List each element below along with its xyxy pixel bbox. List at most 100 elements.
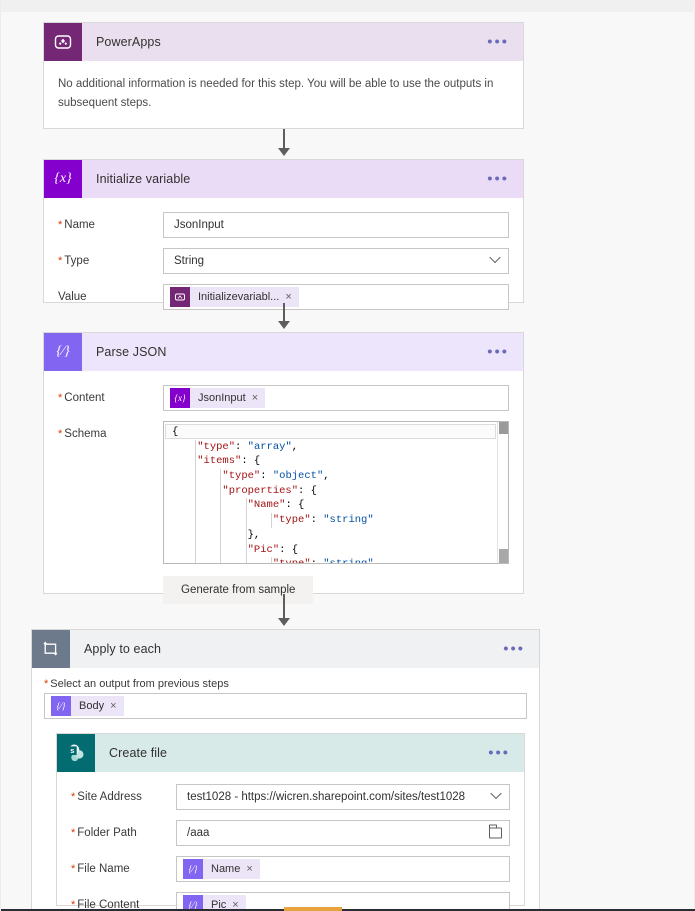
code-line-text: "type": "string": [172, 558, 374, 563]
parse-json-token-icon: {⁄}: [183, 859, 203, 879]
field-row-site-address: Site Address test1028 - https://wicren.s…: [71, 784, 510, 810]
input-variable-value[interactable]: Initializevariabl... ×: [163, 284, 509, 310]
label-type: Type: [58, 248, 163, 269]
control-file-name: {⁄} Name ×: [176, 856, 510, 882]
code-line: "type": "array",: [172, 439, 497, 455]
token-body[interactable]: {⁄} Body ×: [51, 696, 124, 716]
control-schema: { "type": "array", "items": { "type": "o…: [163, 421, 509, 564]
label-content: Content: [58, 385, 163, 406]
code-line-text: "Name": {: [247, 499, 305, 512]
code-line: "items": {: [172, 454, 497, 470]
loop-icon: [32, 630, 70, 668]
token-remove-icon[interactable]: ×: [285, 291, 298, 303]
card-header-apply-to-each[interactable]: Apply to each •••: [32, 630, 539, 668]
card-title-create-file: Create file: [109, 746, 168, 760]
token-label: JsonInput: [198, 392, 246, 404]
code-line: {: [172, 425, 497, 440]
control-name: JsonInput: [163, 212, 509, 238]
code-indent-guide: [195, 469, 197, 484]
svg-text:s: s: [70, 746, 74, 755]
token-label: Body: [79, 700, 105, 712]
card-title-apply-to-each: Apply to each: [84, 642, 162, 656]
code-line: "Name": {: [172, 498, 497, 514]
code-indent-guide: [270, 513, 272, 528]
scrollbar-thumb-top[interactable]: [499, 422, 508, 434]
select-site-address[interactable]: test1028 - https://wicren.sharepoint.com…: [176, 784, 510, 810]
field-row-folder-path: Folder Path /aaa: [71, 820, 510, 846]
card-title-initialize-variable: Initialize variable: [96, 172, 191, 186]
input-file-name[interactable]: {⁄} Name ×: [176, 856, 510, 882]
field-row-schema: Schema { "type": "array", "items": { "ty…: [58, 421, 509, 564]
code-line-text: "type": "array",: [197, 440, 299, 453]
code-line: "type": "object",: [172, 469, 497, 484]
token-json-input[interactable]: {x} JsonInput ×: [170, 388, 266, 408]
code-indent-guide: [195, 513, 197, 528]
card-menu-parse-json[interactable]: •••: [487, 345, 509, 360]
input-folder-path[interactable]: /aaa: [176, 820, 510, 846]
code-line: "Pic": {: [172, 542, 497, 558]
token-initialize-variable[interactable]: Initializevariabl... ×: [170, 287, 299, 307]
generate-from-sample-button[interactable]: Generate from sample: [163, 576, 314, 604]
code-indent-guide: [245, 498, 247, 514]
field-row-file-name: File Name {⁄} Name ×: [71, 856, 510, 882]
card-header-initialize-variable[interactable]: {x} Initialize variable •••: [44, 160, 523, 198]
input-parse-json-content[interactable]: {x} JsonInput ×: [163, 385, 509, 411]
control-type: String: [163, 248, 509, 274]
code-line: },: [172, 527, 497, 543]
variable-braces-icon: {x}: [44, 160, 82, 198]
schema-scrollbar[interactable]: [497, 422, 508, 563]
label-file-name: File Name: [71, 856, 176, 877]
token-name[interactable]: {⁄} Name ×: [183, 859, 260, 879]
code-indent-guide: [220, 557, 222, 563]
code-indent-guide: [245, 542, 247, 558]
card-header-powerapps[interactable]: PowerApps •••: [44, 23, 523, 61]
powerapps-token-icon: [170, 287, 190, 307]
control-folder-path: /aaa: [176, 820, 510, 846]
code-indent-guide: [195, 542, 197, 558]
code-indent-guide: [245, 513, 247, 528]
card-body-parse-json: Content {x} JsonInput × Schema: [44, 371, 523, 620]
card-menu-initialize-variable[interactable]: •••: [487, 172, 509, 187]
connector-2-arrow: [278, 321, 290, 329]
token-remove-icon[interactable]: ×: [252, 392, 265, 404]
card-header-parse-json[interactable]: {⁄} Parse JSON •••: [44, 333, 523, 371]
code-indent-guide: [195, 498, 197, 514]
code-indent-guide: [195, 527, 197, 543]
token-remove-icon[interactable]: ×: [110, 700, 123, 712]
schema-code-content[interactable]: { "type": "array", "items": { "type": "o…: [164, 422, 497, 563]
code-indent-guide: [220, 483, 222, 499]
card-menu-powerapps[interactable]: •••: [487, 35, 509, 50]
code-line-text: "Pic": {: [247, 543, 299, 556]
card-apply-to-each[interactable]: Apply to each ••• Select an output from …: [31, 629, 540, 911]
label-site-address: Site Address: [71, 784, 176, 805]
code-indent-guide: [220, 498, 222, 514]
variable-glyph: {x}: [54, 171, 72, 186]
card-parse-json[interactable]: {⁄} Parse JSON ••• Content {x} JsonInput…: [43, 332, 524, 604]
card-header-create-file[interactable]: s Create file •••: [57, 734, 524, 772]
connector-1-arrow: [278, 148, 290, 156]
powerapps-icon: [44, 23, 82, 61]
token-label: Initializevariabl...: [198, 291, 280, 303]
code-line: "type": "string": [172, 513, 497, 528]
control-site-address: test1028 - https://wicren.sharepoint.com…: [176, 784, 510, 810]
token-remove-icon[interactable]: ×: [246, 863, 259, 875]
schema-code-editor[interactable]: { "type": "array", "items": { "type": "o…: [163, 421, 509, 564]
card-title-powerapps: PowerApps: [96, 35, 161, 49]
card-create-file[interactable]: s Create file ••• Site Address test1028 …: [56, 733, 525, 911]
field-row-name: Name JsonInput: [58, 212, 509, 238]
card-initialize-variable[interactable]: {x} Initialize variable ••• Name JsonInp…: [43, 159, 524, 310]
card-powerapps[interactable]: PowerApps ••• No additional information …: [43, 22, 524, 129]
variable-token-icon: {x}: [170, 388, 190, 408]
card-title-parse-json: Parse JSON: [96, 345, 167, 359]
control-value: Initializevariabl... ×: [163, 284, 509, 310]
card-menu-create-file[interactable]: •••: [488, 746, 510, 761]
field-row-type: Type String: [58, 248, 509, 274]
select-variable-type[interactable]: String: [163, 248, 509, 274]
code-line-text: "items": {: [197, 455, 261, 468]
code-indent-guide: [220, 542, 222, 558]
card-menu-apply-to-each[interactable]: •••: [503, 642, 525, 657]
scrollbar-thumb-bottom[interactable]: [499, 549, 508, 563]
input-select-output[interactable]: {⁄} Body ×: [44, 693, 527, 719]
input-variable-name[interactable]: JsonInput: [163, 212, 509, 238]
flow-designer-canvas: PowerApps ••• No additional information …: [0, 0, 695, 911]
